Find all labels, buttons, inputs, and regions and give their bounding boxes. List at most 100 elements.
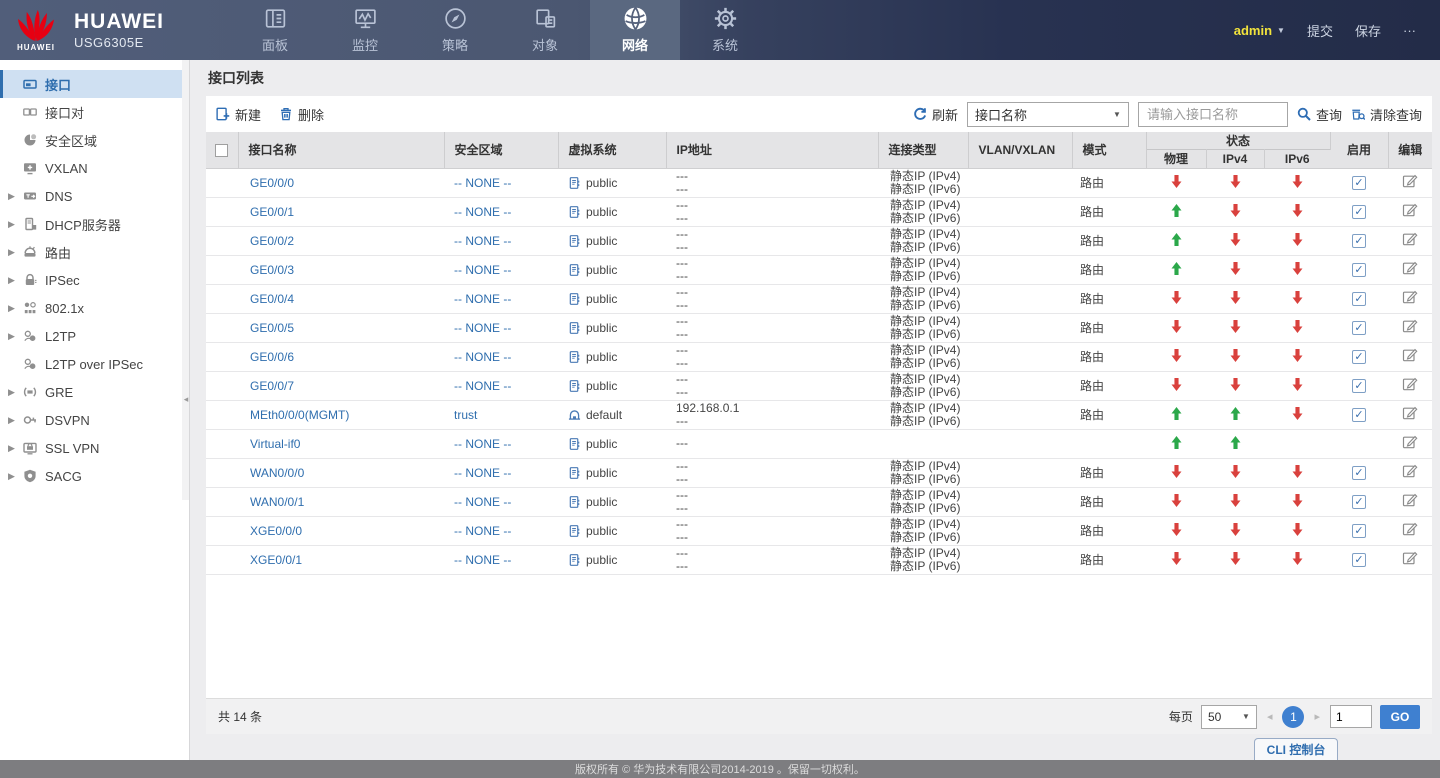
new-button[interactable]: 新建	[216, 105, 261, 124]
edit-button[interactable]	[1402, 289, 1418, 305]
next-page-arrow[interactable]: ▸	[1312, 710, 1322, 723]
edit-button[interactable]	[1402, 260, 1418, 276]
security-zone-link[interactable]: -- NONE --	[454, 495, 511, 509]
interface-name-link[interactable]: WAN0/0/0	[250, 466, 304, 480]
sidebar-item-dns[interactable]: ▶DNS	[0, 182, 189, 210]
nav-tab-monitor[interactable]: 监控	[320, 0, 410, 60]
edit-button[interactable]	[1402, 202, 1418, 218]
current-page-badge[interactable]: 1	[1282, 706, 1304, 728]
enable-checkbox[interactable]: ✓	[1352, 466, 1366, 480]
edit-button[interactable]	[1402, 405, 1418, 421]
sidebar-item-dhcp-server[interactable]: ▶DHCP服务器	[0, 210, 189, 238]
nav-tab-system[interactable]: 系统	[680, 0, 770, 60]
commit-button[interactable]: 提交	[1307, 21, 1333, 40]
enable-checkbox[interactable]: ✓	[1352, 205, 1366, 219]
expand-arrow-icon[interactable]: ▶	[3, 471, 22, 482]
expand-arrow-icon[interactable]: ▶	[3, 415, 22, 426]
edit-button[interactable]	[1402, 434, 1418, 450]
sidebar-item-dot1x[interactable]: ▶802.1x	[0, 294, 189, 322]
enable-checkbox[interactable]: ✓	[1352, 176, 1366, 190]
interface-name-link[interactable]: XGE0/0/0	[250, 524, 302, 538]
sidebar-item-l2tp[interactable]: ▶L2TP	[0, 322, 189, 350]
sidebar-item-l2tp-over-ipsec[interactable]: L2TP over IPSec	[0, 350, 189, 378]
expand-arrow-icon[interactable]: ▶	[3, 443, 22, 454]
enable-checkbox[interactable]: ✓	[1352, 408, 1366, 422]
nav-tab-panel[interactable]: 面板	[230, 0, 320, 60]
enable-checkbox[interactable]: ✓	[1352, 263, 1366, 277]
delete-button[interactable]: 删除	[279, 105, 324, 124]
enable-checkbox[interactable]: ✓	[1352, 379, 1366, 393]
save-button[interactable]: 保存	[1355, 21, 1381, 40]
security-zone-link[interactable]: -- NONE --	[454, 466, 511, 480]
interface-name-link[interactable]: GE0/0/0	[250, 176, 294, 190]
security-zone-link[interactable]: -- NONE --	[454, 205, 511, 219]
security-zone-link[interactable]: -- NONE --	[454, 321, 511, 335]
interface-name-link[interactable]: GE0/0/1	[250, 205, 294, 219]
edit-button[interactable]	[1402, 376, 1418, 392]
expand-arrow-icon[interactable]: ▶	[3, 303, 22, 314]
nav-tab-network[interactable]: 网络	[590, 0, 680, 60]
security-zone-link[interactable]: -- NONE --	[454, 350, 511, 364]
sidebar-collapse-handle[interactable]: ◂	[182, 388, 190, 410]
edit-button[interactable]	[1402, 550, 1418, 566]
edit-button[interactable]	[1402, 231, 1418, 247]
query-button[interactable]: 查询	[1297, 105, 1342, 124]
go-button[interactable]: GO	[1380, 705, 1420, 729]
expand-arrow-icon[interactable]: ▶	[3, 191, 22, 202]
security-zone-link[interactable]: trust	[454, 408, 477, 422]
security-zone-link[interactable]: -- NONE --	[454, 292, 511, 306]
security-zone-link[interactable]: -- NONE --	[454, 524, 511, 538]
sidebar-scrollbar[interactable]	[182, 60, 189, 500]
edit-button[interactable]	[1402, 521, 1418, 537]
edit-button[interactable]	[1402, 318, 1418, 334]
sidebar-item-interface-pair[interactable]: 接口对	[0, 98, 189, 126]
prev-page-arrow[interactable]: ◂	[1265, 710, 1275, 723]
cli-console-button[interactable]: CLI 控制台	[1254, 738, 1338, 760]
security-zone-link[interactable]: -- NONE --	[454, 176, 511, 190]
sidebar-item-security-zone[interactable]: 安全区域	[0, 126, 189, 154]
interface-name-link[interactable]: GE0/0/4	[250, 292, 294, 306]
interface-name-link[interactable]: WAN0/0/1	[250, 495, 304, 509]
edit-button[interactable]	[1402, 463, 1418, 479]
page-number-input[interactable]	[1330, 705, 1372, 728]
clear-query-button[interactable]: 清除查询	[1351, 105, 1422, 124]
sidebar-item-dsvpn[interactable]: ▶DSVPN	[0, 406, 189, 434]
enable-checkbox[interactable]: ✓	[1352, 321, 1366, 335]
nav-tab-policy[interactable]: 策略	[410, 0, 500, 60]
security-zone-link[interactable]: -- NONE --	[454, 234, 511, 248]
enable-checkbox[interactable]: ✓	[1352, 553, 1366, 567]
search-input[interactable]	[1138, 102, 1288, 127]
edit-button[interactable]	[1402, 173, 1418, 189]
expand-arrow-icon[interactable]: ▶	[3, 387, 22, 398]
expand-arrow-icon[interactable]: ▶	[3, 275, 22, 286]
interface-name-link[interactable]: GE0/0/6	[250, 350, 294, 364]
edit-button[interactable]	[1402, 492, 1418, 508]
interface-name-link[interactable]: MEth0/0/0(MGMT)	[250, 408, 349, 422]
refresh-button[interactable]: 刷新	[913, 105, 958, 124]
enable-checkbox[interactable]: ✓	[1352, 292, 1366, 306]
expand-arrow-icon[interactable]: ▶	[3, 331, 22, 342]
per-page-select[interactable]: 50 ▼	[1201, 705, 1257, 729]
filter-field-select[interactable]: 接口名称 ▼	[967, 102, 1129, 127]
enable-checkbox[interactable]: ✓	[1352, 350, 1366, 364]
security-zone-link[interactable]: -- NONE --	[454, 553, 511, 567]
expand-arrow-icon[interactable]: ▶	[3, 219, 22, 230]
sidebar-item-route[interactable]: ▶路由	[0, 238, 189, 266]
sidebar-item-vxlan[interactable]: VXLAN	[0, 154, 189, 182]
nav-tab-object[interactable]: 对象	[500, 0, 590, 60]
admin-menu[interactable]: admin ▼	[1234, 23, 1285, 38]
interface-name-link[interactable]: XGE0/0/1	[250, 553, 302, 567]
security-zone-link[interactable]: -- NONE --	[454, 263, 511, 277]
expand-arrow-icon[interactable]: ▶	[3, 247, 22, 258]
select-all-checkbox[interactable]	[215, 144, 228, 157]
interface-name-link[interactable]: Virtual-if0	[250, 437, 300, 451]
interface-name-link[interactable]: GE0/0/5	[250, 321, 294, 335]
edit-button[interactable]	[1402, 347, 1418, 363]
enable-checkbox[interactable]: ✓	[1352, 524, 1366, 538]
sidebar-item-gre[interactable]: ▶GRE	[0, 378, 189, 406]
enable-checkbox[interactable]: ✓	[1352, 495, 1366, 509]
sidebar-item-ipsec[interactable]: ▶IPSec	[0, 266, 189, 294]
interface-name-link[interactable]: GE0/0/7	[250, 379, 294, 393]
sidebar-item-sacg[interactable]: ▶SACG	[0, 462, 189, 490]
sidebar-item-interface[interactable]: 接口	[0, 70, 189, 98]
